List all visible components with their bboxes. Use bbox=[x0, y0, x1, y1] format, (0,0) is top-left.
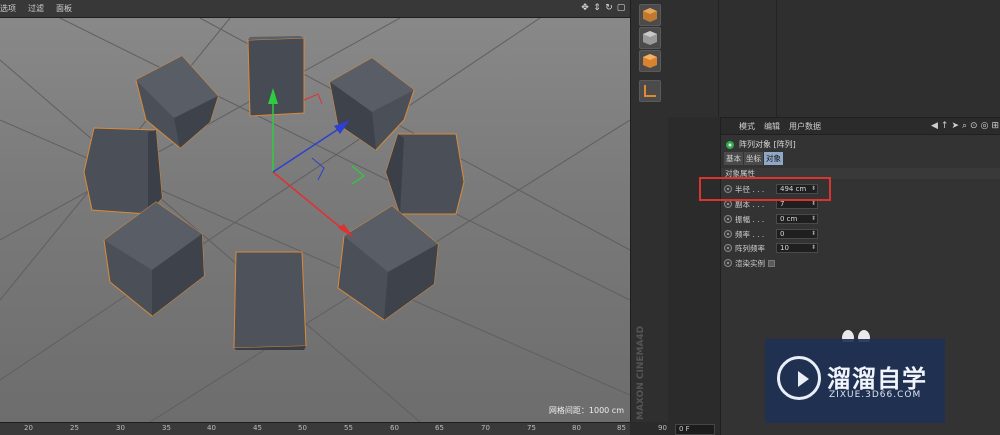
param-array-frequency: 阵列频率 10 bbox=[724, 242, 818, 254]
play-circle-icon bbox=[777, 356, 821, 400]
attribute-toolbar-icons: ◀ ↑ ➤ ⌕ ⊙ ◎ ⊞ bbox=[931, 121, 999, 132]
maxon-logo: MAXON CINEMA4D bbox=[636, 325, 646, 420]
viewport-menu-options[interactable]: 选项 bbox=[0, 3, 16, 14]
timeline-tick: 45 bbox=[253, 424, 262, 432]
panel-divider bbox=[718, 0, 719, 117]
timeline-tick: 30 bbox=[116, 424, 125, 432]
keyframe-radio[interactable] bbox=[724, 259, 732, 267]
attribute-menubar: 模式 编辑 用户数据 ◀ ↑ ➤ ⌕ ⊙ ◎ ⊞ bbox=[721, 117, 1000, 135]
attr-menu-userdata[interactable]: 用户数据 bbox=[789, 121, 821, 132]
timeline-tick: 80 bbox=[572, 424, 581, 432]
maximize-view-icon[interactable]: ▢ bbox=[616, 3, 626, 14]
cube-bottom-right[interactable] bbox=[337, 205, 439, 321]
frequency-field[interactable]: 0 bbox=[776, 229, 818, 239]
timeline-tick: 55 bbox=[344, 424, 353, 432]
timeline-tick: 50 bbox=[298, 424, 307, 432]
viewport-menubar: 选项 过滤 面板 ✥ ⇕ ↻ ▢ bbox=[0, 0, 630, 18]
zoom-view-icon[interactable]: ⇕ bbox=[592, 3, 602, 14]
keyframe-radio[interactable] bbox=[724, 230, 732, 238]
lock-icon[interactable]: ⊙ bbox=[970, 121, 978, 132]
cursor-icon[interactable]: ➤ bbox=[951, 121, 959, 132]
cube-generator-button[interactable] bbox=[639, 27, 661, 49]
back-arrow-icon[interactable]: ◀ bbox=[931, 121, 938, 132]
array-frequency-field[interactable]: 10 bbox=[776, 243, 818, 253]
move-view-icon[interactable]: ✥ bbox=[580, 3, 590, 14]
cube-icon bbox=[643, 8, 657, 22]
keyframe-radio[interactable] bbox=[724, 215, 732, 223]
settings-icon[interactable]: ◎ bbox=[981, 121, 989, 132]
timeline-tick: 70 bbox=[481, 424, 490, 432]
param-label: 振幅 . . . bbox=[735, 214, 765, 224]
object-title: 阵列对象 [阵列] bbox=[725, 139, 796, 150]
play-icon bbox=[798, 371, 809, 387]
render-instances-checkbox[interactable] bbox=[768, 259, 775, 267]
floor-icon bbox=[644, 85, 656, 97]
object-title-text: 阵列对象 [阵列] bbox=[739, 140, 796, 149]
tab-basic[interactable]: 基本 bbox=[724, 152, 743, 165]
timeline-tick: 75 bbox=[527, 424, 536, 432]
param-amplitude: 振幅 . . . 0 cm bbox=[724, 213, 818, 225]
timeline-tick: 60 bbox=[390, 424, 399, 432]
watermark-logo: 溜溜自学 ZIXUE.3D66.COM bbox=[765, 339, 945, 423]
tab-coordinates[interactable]: 坐标 bbox=[744, 152, 763, 165]
param-frequency: 频率 . . . 0 bbox=[724, 228, 818, 240]
cube-deformer-icon bbox=[643, 54, 657, 68]
watermark-title: 溜溜自学 bbox=[827, 365, 927, 393]
param-render-instances: 渲染实例 bbox=[724, 257, 775, 269]
tab-object[interactable]: 对象 bbox=[764, 152, 783, 165]
timeline-tick: 65 bbox=[435, 424, 444, 432]
radius-highlight-box bbox=[699, 177, 831, 201]
viewport-nav-icons: ✥ ⇕ ↻ ▢ bbox=[580, 3, 626, 14]
right-toolbar: MAXON CINEMA4D bbox=[630, 0, 668, 422]
viewport-menu-filter[interactable]: 过滤 bbox=[28, 3, 44, 14]
cube-primitive-button[interactable] bbox=[639, 4, 661, 26]
amplitude-field[interactable]: 0 cm bbox=[776, 214, 818, 224]
cube-right[interactable] bbox=[385, 133, 465, 215]
grid-spacing-readout: 网格间距：1000 cm bbox=[548, 406, 624, 415]
timeline-tick: 85 bbox=[617, 424, 626, 432]
keyframe-radio[interactable] bbox=[724, 244, 732, 252]
cube-generator-icon bbox=[643, 31, 657, 45]
cube-left[interactable] bbox=[83, 127, 163, 215]
search-icon[interactable]: ⌕ bbox=[962, 121, 967, 132]
param-label: 频率 . . . bbox=[735, 229, 765, 239]
new-panel-icon[interactable]: ⊞ bbox=[991, 121, 999, 132]
timeline-tick: 35 bbox=[162, 424, 171, 432]
up-arrow-icon[interactable]: ↑ bbox=[941, 121, 949, 132]
param-label: 渲染实例 bbox=[735, 258, 765, 268]
param-label: 阵列频率 bbox=[735, 243, 765, 253]
timeline-tick: 90 bbox=[658, 424, 667, 432]
timeline-tick: 40 bbox=[207, 424, 216, 432]
attr-menu-mode[interactable]: 模式 bbox=[739, 121, 755, 132]
viewport-menu-panel[interactable]: 面板 bbox=[56, 3, 72, 14]
array-object-icon bbox=[726, 140, 734, 149]
timeline-ruler[interactable]: 20 25 30 35 40 45 50 55 60 65 70 75 80 8… bbox=[0, 422, 667, 435]
attr-menu-edit[interactable]: 编辑 bbox=[764, 121, 780, 132]
floor-object-button[interactable] bbox=[639, 80, 661, 102]
cube-deformer-button[interactable] bbox=[639, 50, 661, 72]
object-manager-panel[interactable] bbox=[668, 0, 1000, 117]
attribute-tabs: 基本 坐标 对象 bbox=[724, 152, 783, 165]
watermark-url: ZIXUE.3D66.COM bbox=[829, 390, 922, 400]
rotate-view-icon[interactable]: ↻ bbox=[604, 3, 614, 14]
keyframe-radio[interactable] bbox=[724, 200, 732, 208]
viewport[interactable]: 选项 过滤 面板 ✥ ⇕ ↻ ▢ 网格间距：1000 cm bbox=[0, 0, 630, 422]
timeline-tick: 20 bbox=[24, 424, 33, 432]
3d-scene[interactable] bbox=[0, 18, 630, 422]
cube-bottom-left[interactable] bbox=[103, 201, 205, 317]
current-frame-field[interactable]: 0 F bbox=[675, 424, 715, 435]
floor-grid bbox=[0, 18, 630, 422]
panel-divider bbox=[776, 0, 777, 117]
cube-bottom[interactable] bbox=[233, 251, 307, 350]
timeline-tick: 25 bbox=[70, 424, 79, 432]
